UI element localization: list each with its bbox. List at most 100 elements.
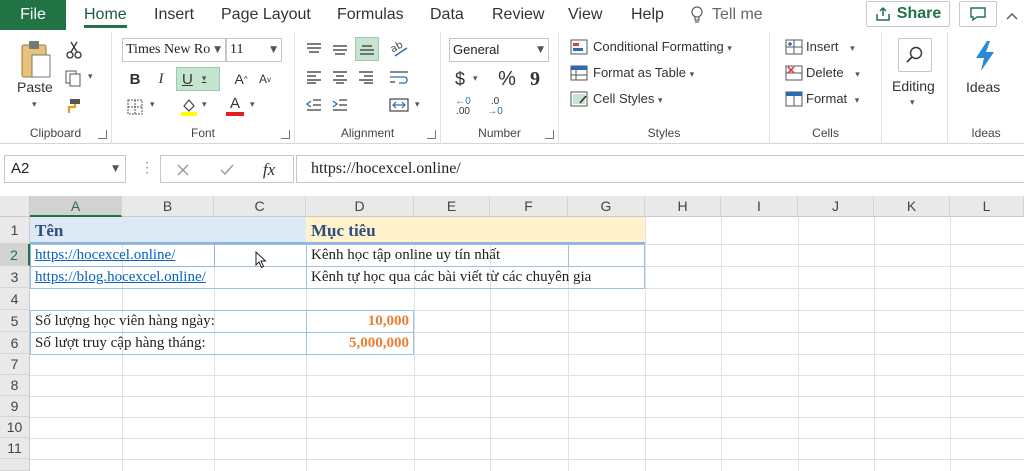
row-header-11[interactable]: 11: [0, 438, 30, 459]
row-header-2[interactable]: 2: [0, 244, 30, 266]
tab-data[interactable]: Data: [430, 0, 464, 30]
tab-home[interactable]: Home: [84, 0, 127, 30]
insert-cells-icon[interactable]: [784, 38, 804, 56]
font-launcher-icon[interactable]: [281, 130, 290, 139]
align-middle-icon[interactable]: [329, 38, 351, 60]
paste-icon[interactable]: [14, 38, 58, 82]
number-launcher-icon[interactable]: [545, 130, 554, 139]
cell-a6[interactable]: Số lượt truy cập hàng tháng:: [30, 332, 307, 355]
format-as-table-button[interactable]: Format as Table ▾: [593, 65, 694, 80]
row-header-8[interactable]: 8: [0, 375, 30, 396]
cell-g2[interactable]: [568, 244, 645, 267]
file-tab[interactable]: File: [0, 0, 66, 30]
column-header-c[interactable]: C: [214, 196, 306, 217]
increase-indent-icon[interactable]: [329, 94, 351, 116]
formula-input[interactable]: https://hocexcel.online/: [296, 155, 1024, 183]
enter-icon[interactable]: [217, 160, 237, 180]
format-as-table-icon[interactable]: [569, 64, 589, 82]
comma-style-button[interactable]: 9: [525, 67, 545, 91]
select-all-corner[interactable]: [0, 196, 30, 217]
row-header-5[interactable]: 5: [0, 310, 30, 332]
tab-help[interactable]: Help: [631, 0, 664, 30]
decrease-decimal-button[interactable]: .0 →0: [483, 96, 507, 118]
row-header-1[interactable]: 1: [0, 217, 30, 244]
copy-icon[interactable]: [62, 68, 84, 88]
row-header-4[interactable]: 4: [0, 288, 30, 310]
formula-bar-grip-icon[interactable]: ⋮: [140, 159, 154, 176]
fill-color-icon[interactable]: [178, 94, 200, 118]
tab-review[interactable]: Review: [492, 0, 544, 30]
cell-d6[interactable]: 5,000,000: [306, 332, 414, 355]
currency-dropdown-icon[interactable]: ▾: [473, 74, 478, 84]
cancel-icon[interactable]: [173, 160, 193, 180]
decrease-indent-icon[interactable]: [303, 94, 325, 116]
paste-label[interactable]: Paste: [17, 79, 53, 95]
row-header-9[interactable]: 9: [0, 396, 30, 417]
orientation-icon[interactable]: ab: [387, 36, 413, 62]
insert-button[interactable]: Insert ▾: [806, 39, 855, 54]
column-header-h[interactable]: H: [645, 196, 721, 217]
cell-d3[interactable]: Kênh tự học qua các bài viết từ các chuy…: [306, 266, 645, 289]
row-header-3[interactable]: 3: [0, 266, 30, 288]
merge-center-icon[interactable]: [387, 94, 411, 116]
share-button[interactable]: Share: [866, 1, 950, 27]
column-header-j[interactable]: J: [798, 196, 874, 217]
format-cells-icon[interactable]: [784, 90, 804, 108]
name-box[interactable]: A2 ▼: [4, 155, 126, 183]
currency-button[interactable]: $: [451, 67, 469, 91]
clipboard-launcher-icon[interactable]: [98, 130, 107, 139]
copy-dropdown-icon[interactable]: ▾: [88, 72, 93, 82]
comments-button[interactable]: [959, 1, 997, 27]
column-header-e[interactable]: E: [414, 196, 490, 217]
format-painter-icon[interactable]: [62, 96, 84, 116]
underline-button[interactable]: U ▾: [176, 67, 220, 91]
conditional-formatting-button[interactable]: Conditional Formatting ▾: [593, 39, 732, 54]
cut-icon[interactable]: [64, 40, 84, 60]
cell-d2[interactable]: Kênh học tập online uy tín nhất: [306, 244, 569, 267]
merge-dropdown-icon[interactable]: ▾: [415, 100, 420, 110]
cell-styles-icon[interactable]: [569, 90, 589, 108]
ideas-button[interactable]: Ideas: [966, 79, 1000, 95]
borders-icon[interactable]: [124, 96, 146, 118]
percent-button[interactable]: %: [495, 67, 519, 91]
row-header-7[interactable]: 7: [0, 354, 30, 375]
cell-d1[interactable]: Mục tiêu: [307, 217, 643, 244]
column-header-a[interactable]: A: [30, 196, 122, 217]
editing-dropdown-icon[interactable]: ▾: [910, 98, 915, 108]
delete-cells-icon[interactable]: [784, 64, 804, 82]
collapse-ribbon-icon[interactable]: [1006, 8, 1018, 23]
font-color-dropdown-icon[interactable]: ▾: [250, 100, 255, 110]
column-header-g[interactable]: G: [568, 196, 645, 217]
row-header-6[interactable]: 6: [0, 332, 30, 354]
cell-d5[interactable]: 10,000: [306, 310, 414, 333]
tab-page-layout[interactable]: Page Layout: [221, 0, 311, 30]
tab-insert[interactable]: Insert: [154, 0, 194, 30]
column-header-l[interactable]: L: [950, 196, 1024, 217]
shrink-font-button[interactable]: Av: [254, 68, 276, 90]
row-header-12[interactable]: [0, 459, 30, 471]
number-format-select[interactable]: General ▼: [449, 38, 549, 62]
lightning-icon[interactable]: [970, 38, 1000, 74]
tab-formulas[interactable]: Formulas: [337, 0, 404, 30]
delete-button[interactable]: Delete ▾: [806, 65, 860, 80]
tell-me-search[interactable]: Tell me: [690, 0, 763, 30]
fill-color-dropdown-icon[interactable]: ▾: [202, 100, 207, 110]
link-blog-hocexcel[interactable]: https://blog.hocexcel.online/: [35, 269, 206, 285]
bold-button[interactable]: B: [124, 68, 146, 90]
cell-styles-button[interactable]: Cell Styles ▾: [593, 91, 663, 106]
font-color-button[interactable]: A: [224, 94, 246, 118]
font-name-select[interactable]: Times New Ro ▼: [122, 38, 226, 62]
row-header-10[interactable]: 10: [0, 417, 30, 438]
font-size-select[interactable]: 11 ▼: [226, 38, 282, 62]
insert-function-icon[interactable]: fx: [257, 159, 281, 181]
increase-decimal-button[interactable]: ←0.00: [451, 96, 475, 118]
align-bottom-icon[interactable]: [355, 37, 379, 61]
cell-a1[interactable]: Tên: [31, 217, 303, 244]
format-button[interactable]: Format ▾: [806, 91, 859, 106]
column-header-d[interactable]: D: [306, 196, 414, 217]
italic-button[interactable]: I: [150, 68, 172, 90]
alignment-launcher-icon[interactable]: [427, 130, 436, 139]
editing-button[interactable]: Editing: [892, 78, 935, 94]
column-header-k[interactable]: K: [874, 196, 950, 217]
align-left-icon[interactable]: [303, 66, 325, 88]
